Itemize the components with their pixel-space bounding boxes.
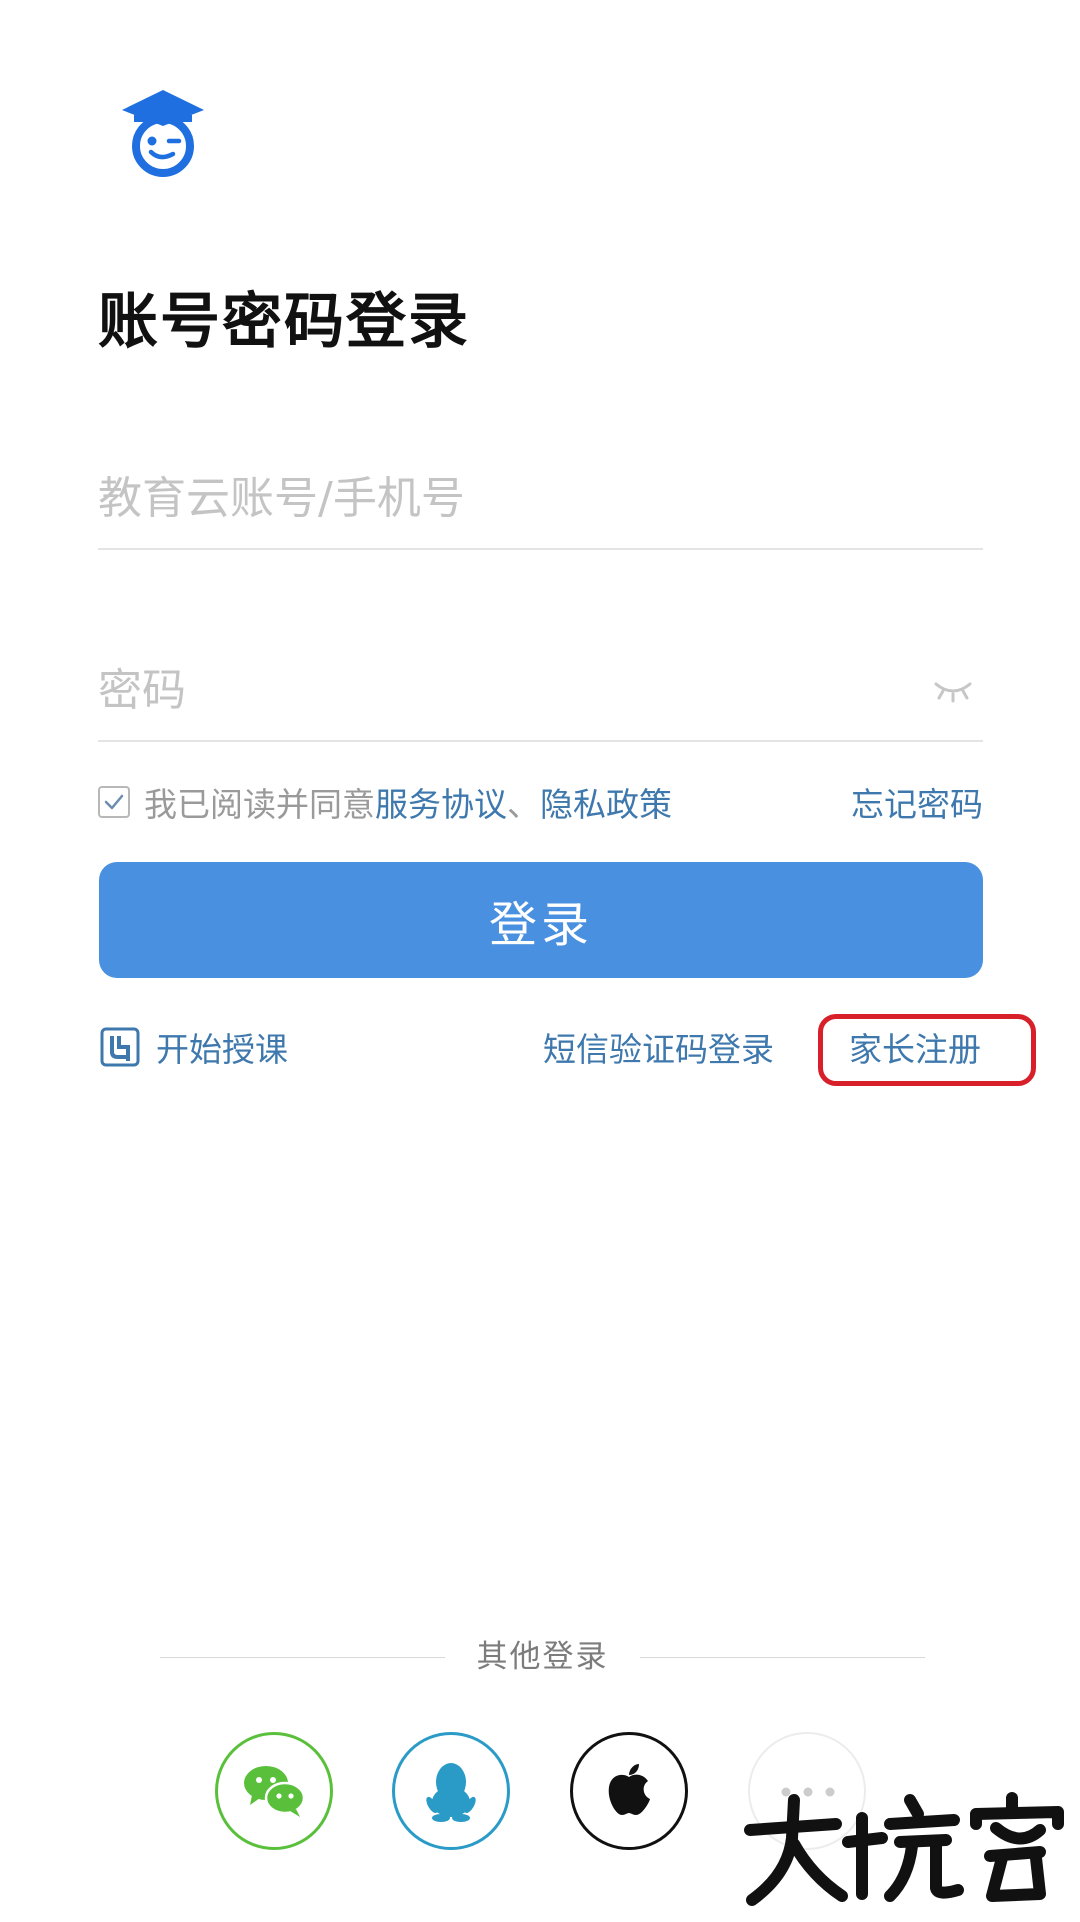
qq-login-button[interactable]: [392, 1732, 510, 1850]
account-input[interactable]: [98, 448, 858, 548]
agreement-text: 我已阅读并同意服务协议、隐私政策: [144, 780, 672, 830]
divider-line-right: [640, 1657, 925, 1658]
privacy-link[interactable]: 隐私政策: [540, 785, 672, 824]
secondary-links: 开始授课 短信验证码登录 家长注册: [98, 1014, 1038, 1086]
app-logo-icon: [118, 86, 208, 178]
sms-login-link[interactable]: 短信验证码登录: [543, 1020, 774, 1080]
other-login-label: 其他登录: [476, 1639, 609, 1675]
checkmark-icon: [104, 794, 124, 810]
teaching-app-icon: [100, 1026, 140, 1067]
watermark-logo: [740, 1790, 1070, 1910]
other-login-divider: 其他登录: [160, 1632, 925, 1682]
qq-icon: [426, 1763, 476, 1822]
wechat-login-button[interactable]: [215, 1732, 333, 1850]
agreement-checkbox[interactable]: [98, 786, 130, 818]
login-page: 账号密码登录 我已阅读并同意服务协议、隐私政策 忘记密码 登录: [0, 0, 1080, 1922]
agreement-row: 我已阅读并同意服务协议、隐私政策 忘记密码: [98, 780, 983, 830]
terms-link[interactable]: 服务协议: [375, 785, 507, 824]
wechat-icon: [244, 1766, 306, 1817]
apple-login-button[interactable]: [570, 1732, 688, 1850]
start-teaching-label: 开始授课: [156, 1030, 288, 1069]
parent-register-link[interactable]: 家长注册: [849, 1020, 981, 1080]
login-button[interactable]: 登录: [99, 862, 983, 978]
password-field: [98, 640, 983, 742]
agreement-separator: 、: [507, 785, 540, 824]
account-field: [98, 448, 983, 550]
page-title: 账号密码登录: [98, 287, 470, 357]
password-input[interactable]: [98, 640, 858, 740]
agreement-prefix: 我已阅读并同意: [144, 785, 375, 824]
divider-line-left: [160, 1657, 445, 1658]
forgot-password-link[interactable]: 忘记密码: [851, 780, 983, 830]
apple-icon: [608, 1764, 650, 1815]
parent-register-highlight: 家长注册: [818, 1014, 1036, 1086]
eye-closed-icon[interactable]: [933, 674, 973, 704]
